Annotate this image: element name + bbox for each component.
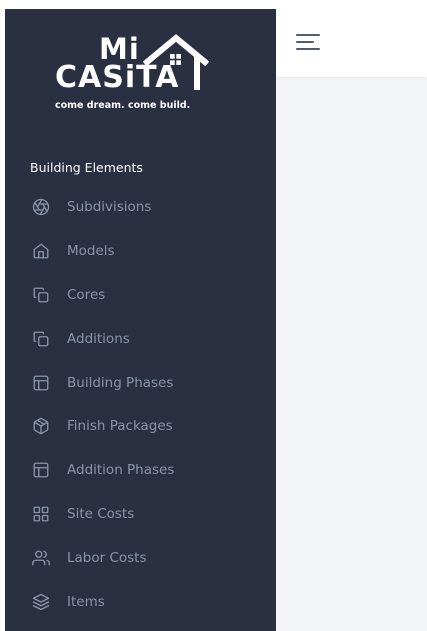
home-icon	[32, 242, 50, 260]
sidebar-item-cores[interactable]: Cores	[5, 273, 276, 317]
house-logo-icon	[143, 34, 209, 90]
grid-icon	[32, 505, 50, 523]
sidebar-item-items[interactable]: Items	[5, 580, 276, 624]
sidebar-section-title: Building Elements	[30, 160, 143, 175]
sidebar-item-label: Site Costs	[67, 506, 135, 523]
sidebar-item-additions[interactable]: Additions	[5, 317, 276, 361]
package-icon	[32, 417, 50, 435]
layout-icon	[32, 374, 50, 392]
sidebar-item-subdivisions[interactable]: Subdivisions	[5, 185, 276, 229]
users-icon	[32, 549, 50, 567]
sidebar-item-models[interactable]: Models	[5, 229, 276, 273]
sidebar-item-addition-phases[interactable]: Addition Phases	[5, 448, 276, 492]
sidebar-nav: Subdivisions Models Cores Additions Buil…	[5, 185, 276, 624]
copy-icon	[32, 286, 50, 304]
sidebar-item-label: Additions	[67, 330, 130, 347]
sidebar-item-label: Finish Packages	[67, 418, 173, 435]
layers-icon	[32, 593, 50, 611]
sidebar-item-label: Labor Costs	[67, 550, 147, 567]
sidebar-item-label: Models	[67, 242, 115, 259]
layout-icon	[32, 461, 50, 479]
sidebar-item-labor-costs[interactable]: Labor Costs	[5, 536, 276, 580]
sidebar-item-label: Items	[67, 593, 105, 610]
aperture-icon	[32, 198, 50, 216]
sidebar: Mi CASiTA come dream. come build. Buildi…	[5, 9, 276, 631]
hamburger-menu-icon[interactable]	[296, 31, 322, 55]
sidebar-item-label: Addition Phases	[67, 462, 175, 479]
app-frame: Mi CASiTA come dream. come build. Buildi…	[5, 9, 427, 631]
sidebar-item-site-costs[interactable]: Site Costs	[5, 492, 276, 536]
sidebar-item-label: Subdivisions	[67, 198, 152, 215]
sidebar-item-finish-packages[interactable]: Finish Packages	[5, 404, 276, 448]
top-header	[276, 9, 427, 77]
brand-logo[interactable]: Mi CASiTA come dream. come build.	[47, 29, 217, 119]
sidebar-item-label: Building Phases	[67, 374, 174, 391]
sidebar-item-building-phases[interactable]: Building Phases	[5, 361, 276, 405]
copy-icon	[32, 330, 50, 348]
sidebar-item-label: Cores	[67, 286, 106, 303]
logo-tagline: come dream. come build.	[55, 100, 191, 111]
